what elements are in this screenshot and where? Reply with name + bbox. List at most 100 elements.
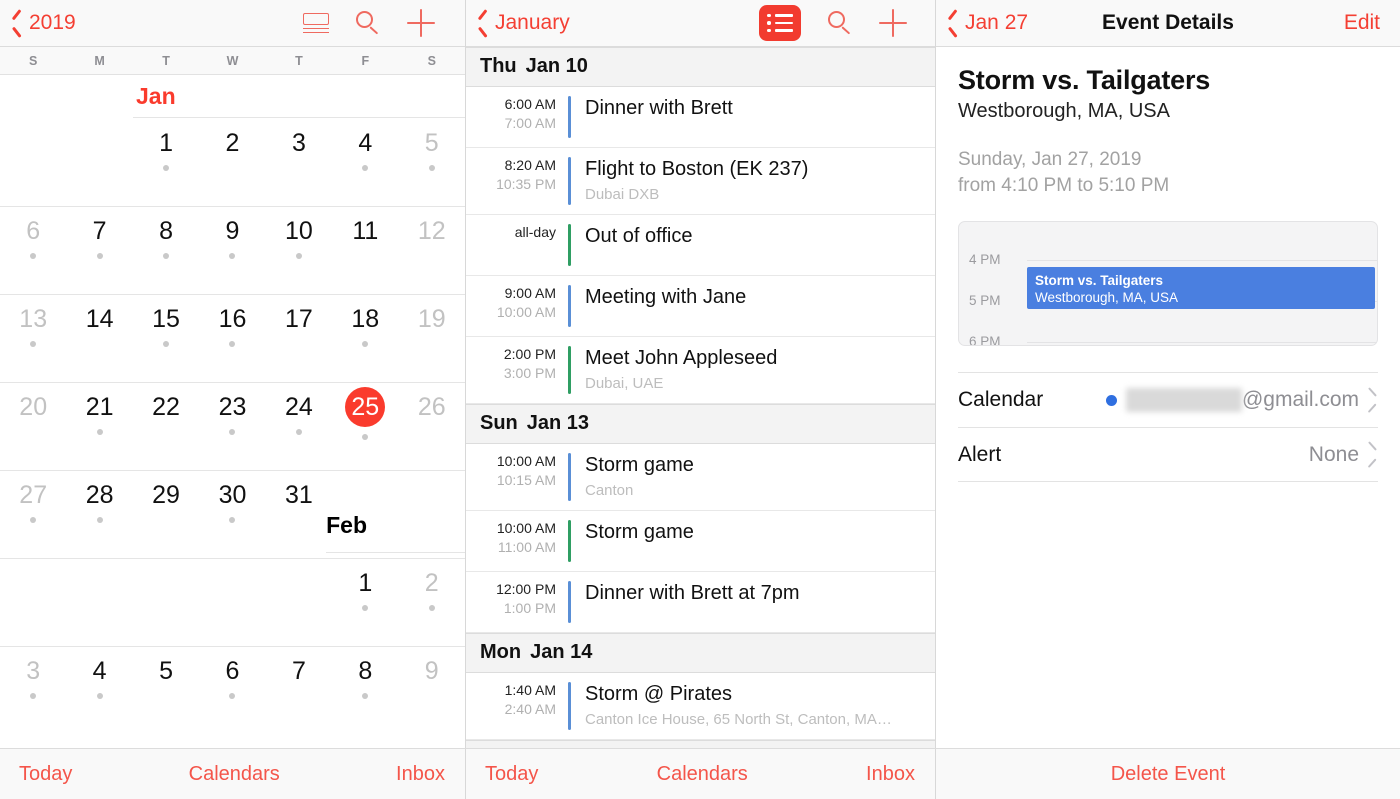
calendar-day-cell[interactable]: 3: [0, 646, 66, 734]
calendar-day-cell[interactable]: 3: [266, 118, 332, 206]
day-date: Jan 14: [530, 641, 593, 663]
calendar-day-cell[interactable]: 8: [133, 206, 199, 294]
calendar-day-cell[interactable]: 18: [332, 294, 398, 382]
calendar-day-cell[interactable]: 9: [399, 646, 465, 734]
calendar-day-number: 9: [424, 657, 439, 685]
calendar-day-cell[interactable]: 19: [399, 294, 465, 382]
calendar-day-cell[interactable]: 15: [133, 294, 199, 382]
calendar-day-cell[interactable]: 5: [399, 118, 465, 206]
calendar-day-cell[interactable]: Feb 1: [326, 512, 465, 646]
calendar-day-cell[interactable]: 22: [133, 382, 199, 470]
search-icon[interactable]: [355, 10, 381, 36]
alert-row[interactable]: Alert None: [958, 427, 1378, 482]
calendar-day-cell[interactable]: 14: [66, 294, 132, 382]
calendar-day-cell[interactable]: 12: [399, 206, 465, 294]
event-title: Storm game: [585, 454, 694, 476]
calendar-day-cell[interactable]: 20: [0, 382, 66, 470]
calendar-row[interactable]: Calendar kabbamarita@gmail.com: [958, 372, 1378, 427]
calendar-day-empty: [399, 470, 465, 558]
delete-event-button[interactable]: Delete Event: [1111, 763, 1226, 786]
event-location: Canton: [585, 482, 634, 499]
calendar-day-cell[interactable]: 10: [266, 206, 332, 294]
calendar-day-cell[interactable]: 17: [266, 294, 332, 382]
event-list-item[interactable]: all-day Out of office: [466, 215, 935, 276]
calendar-day-cell[interactable]: 13: [0, 294, 66, 382]
event-location: Dubai DXB: [585, 186, 660, 203]
calendar-day-cell[interactable]: 28: [66, 470, 132, 558]
calendar-day-cell[interactable]: 2: [399, 558, 465, 646]
calendar-day-cell[interactable]: 27: [0, 470, 66, 558]
back-to-year-button[interactable]: 2019: [12, 11, 76, 35]
calendar-day-cell[interactable]: 4: [66, 646, 132, 734]
calendar-day-cell[interactable]: 25: [332, 382, 398, 470]
calendar-day-cell[interactable]: 2: [199, 118, 265, 206]
calendar-day-number: 5: [424, 129, 439, 157]
dayview-icon[interactable]: [303, 12, 329, 34]
calendar-day-cell[interactable]: 24: [266, 382, 332, 470]
calendar-day-number: 2: [424, 569, 439, 597]
calendar-day-cell[interactable]: 8: [332, 646, 398, 734]
weekday-label: S: [29, 54, 38, 68]
calendar-row-value: kabbamarita@gmail.com: [1106, 388, 1378, 412]
calendar-day-cell[interactable]: 16: [199, 294, 265, 382]
event-color-bar: [568, 157, 571, 205]
calendar-day-cell[interactable]: 31: [266, 470, 332, 558]
calendars-button[interactable]: Calendars: [657, 763, 748, 786]
hour-label: 4 PM: [969, 252, 1001, 267]
event-list-item[interactable]: 8:20 AM 10:35 PM Flight to Boston (EK 237)…: [466, 148, 935, 215]
search-icon[interactable]: [827, 10, 853, 36]
calendar-day-cell[interactable]: 6: [0, 206, 66, 294]
chevron-left-icon: [948, 14, 959, 33]
event-list-item[interactable]: 10:00 AM 10:15 AM Storm game Canton: [466, 444, 935, 511]
calendar-day-cell[interactable]: 26: [399, 382, 465, 470]
event-list-item[interactable]: 6:00 AM 7:00 AM Dinner with Brett: [466, 87, 935, 148]
event-start-time: 8:20 AM: [504, 157, 556, 173]
inbox-button[interactable]: Inbox: [396, 763, 445, 786]
event-end-time: 7:00 AM: [504, 115, 556, 131]
calendar-day-cell[interactable]: 29: [133, 470, 199, 558]
calendar-day-cell[interactable]: 9: [199, 206, 265, 294]
chevron-left-icon: [12, 14, 23, 33]
event-end-time: 10:00 AM: [496, 304, 556, 320]
event-list-item[interactable]: 1:40 AM 2:40 AM Storm @ Pirates Canton Ice …: [466, 673, 935, 740]
calendar-day-cell[interactable]: 23: [199, 382, 265, 470]
mini-timeline[interactable]: 4 PM 5 PM 6 PM Storm vs. Tailgaters West…: [958, 221, 1378, 346]
calendar-day-cell[interactable]: 30: [199, 470, 265, 558]
calendar-day-number: 1: [358, 569, 373, 597]
plus-icon[interactable]: [879, 9, 907, 37]
calendar-day-cell[interactable]: 5: [133, 646, 199, 734]
hour-label: 6 PM: [969, 334, 1001, 346]
day-weekday: Thu: [480, 55, 517, 77]
plus-icon[interactable]: [407, 9, 435, 37]
event-title: Storm @ Pirates: [585, 683, 733, 705]
inbox-button[interactable]: Inbox: [866, 763, 915, 786]
calendar-day-cell[interactable]: 1: [133, 118, 199, 206]
back-to-january-button[interactable]: January: [478, 11, 570, 35]
calendar-day-cell[interactable]: 11: [332, 206, 398, 294]
back-to-jan27-button[interactable]: Jan 27: [948, 11, 1028, 35]
month-grid-scroll[interactable]: Jan 1 2 3 4 5 6 7 8 9 10 11 12 13 14 15 16 17 18 19 20 21 22 23…: [0, 75, 465, 799]
event-list-item[interactable]: 9:00 AM 10:00 AM Meeting with Jane: [466, 276, 935, 337]
edit-button[interactable]: Edit: [1344, 11, 1380, 35]
left-panel-year-view: 2019 S M T W T F S Jan 1 2 3 4 5 6 7 8 9 10 11 12 13 1…: [0, 0, 466, 799]
calendar-day-cell[interactable]: 21: [66, 382, 132, 470]
calendar-app: 2019 S M T W T F S Jan 1 2 3 4 5 6 7 8 9 10 11 12 13 1…: [0, 0, 1400, 799]
event-time-column: 10:00 AM 10:15 AM: [466, 453, 568, 501]
calendar-day-number: 23: [218, 393, 247, 421]
calendar-day-number: 7: [291, 657, 306, 685]
calendar-day-cell[interactable]: 4: [332, 118, 398, 206]
toolbar-left-segment: Today Calendars Inbox: [0, 749, 466, 799]
event-list-item[interactable]: 12:00 PM 1:00 PM Dinner with Brett at 7pm: [466, 572, 935, 633]
details-rows: Calendar kabbamarita@gmail.com Alert Non…: [958, 372, 1378, 482]
event-list-item[interactable]: 10:00 AM 11:00 AM Storm game: [466, 511, 935, 572]
today-button[interactable]: Today: [485, 763, 538, 786]
list-view-icon[interactable]: [759, 5, 801, 41]
event-list-scroll[interactable]: Thu Jan 10 6:00 AM 7:00 AM Dinner with Brett…: [466, 47, 935, 799]
event-list-item[interactable]: 2:00 PM 3:00 PM Meet John Appleseed Dubai, …: [466, 337, 935, 404]
calendar-day-cell[interactable]: 7: [266, 646, 332, 734]
calendars-button[interactable]: Calendars: [189, 763, 280, 786]
calendar-day-cell[interactable]: 6: [199, 646, 265, 734]
calendar-day-cell[interactable]: 7: [66, 206, 132, 294]
timeline-event-block[interactable]: Storm vs. Tailgaters Westborough, MA, US…: [1027, 267, 1375, 309]
today-button[interactable]: Today: [19, 763, 72, 786]
